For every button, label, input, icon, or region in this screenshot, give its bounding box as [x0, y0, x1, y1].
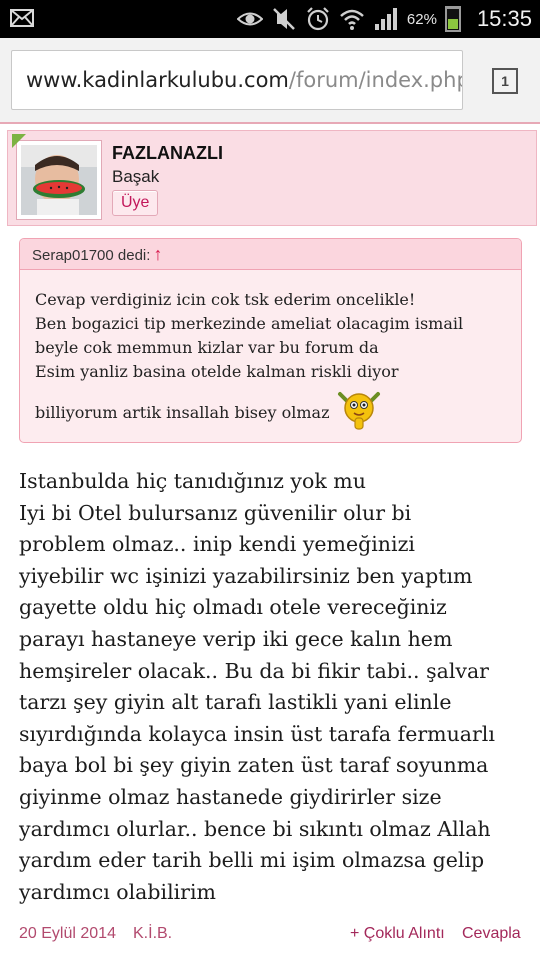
browser-toolbar: www.kadinlarkulubu.com/forum/index.php 1: [0, 38, 540, 124]
tabs-button[interactable]: 1: [492, 68, 518, 94]
message-line: Istanbulda hiç tanıdığınız yok mu: [19, 469, 366, 493]
battery-icon: [444, 6, 461, 32]
vibrate-off-icon: [271, 6, 297, 32]
message-line: yardımcı olabilirim: [19, 879, 216, 904]
quote-author: Serap01700 dedi:: [32, 247, 151, 264]
avatar-image: [21, 145, 97, 215]
username[interactable]: FAZLANAZLI: [112, 143, 223, 164]
quote-line: Esim yanliz basina otelde kalman riskli …: [35, 362, 399, 381]
post-message: Istanbulda hiç tanıdığınız yok mu Iyi bi…: [19, 466, 534, 908]
online-indicator-icon: [12, 134, 26, 148]
message-line: hemşireler olacak.. Bu da bi fikir tabi.…: [19, 658, 489, 683]
quote-line: Cevap verdiginiz icin cok tsk ederim onc…: [35, 290, 416, 309]
message-line: baya bol bi şey giyin zaten üst taraf so…: [19, 753, 489, 778]
post-footer: 20 Eylül 2014 K.İ.B. + Çoklu Alıntı Ceva…: [0, 922, 540, 948]
post-date-link[interactable]: 20 Eylül 2014: [19, 925, 116, 943]
jump-to-quote-icon[interactable]: ↑: [153, 244, 162, 264]
message-line: yiyebilir wc işinizi yazabilirsiniz ben …: [19, 563, 473, 588]
clock: 15:35: [476, 6, 532, 31]
message-line: yardım eder tarih belli mi işim olmazsa …: [19, 848, 485, 873]
quote-text: Cevap verdiginiz icin cok tsk ederim onc…: [20, 270, 521, 437]
message-line: giyinme olmaz hastanede giydirirler size: [19, 784, 442, 809]
alarm-icon: [305, 6, 331, 32]
message-line: gayette oldu hiç olmadı otele vereceğini…: [19, 595, 447, 620]
message-line: sıyırdığında kolayca insin üst tarafa fe…: [19, 721, 495, 746]
quote-line: Ben bogazici tip merkezinde ameliat olac…: [35, 314, 464, 333]
message-line: parayı hastaneye verip iki gece kalın he…: [19, 626, 453, 651]
quote-header: Serap01700 dedi: ↑: [20, 239, 521, 270]
real-name: Başak: [112, 167, 160, 186]
message-line: tarzı şey giyin alt tarafı lastikli yani…: [19, 690, 452, 715]
mail-icon: [10, 9, 34, 27]
kib-link[interactable]: K.İ.B.: [133, 925, 172, 943]
multi-quote-button[interactable]: + Çoklu Alıntı: [350, 925, 445, 943]
quote-block: Serap01700 dedi: ↑ Cevap verdiginiz icin …: [19, 238, 522, 443]
message-line: problem olmaz.. inip kendi yemeğinizi: [19, 532, 415, 557]
reply-button[interactable]: Cevapla: [462, 925, 521, 943]
toolbar-divider: [0, 122, 540, 124]
wifi-icon: [339, 6, 365, 32]
status-bar: 62% 15:35: [0, 0, 540, 38]
url-path: /forum/index.php: [288, 68, 463, 92]
eye-icon: [236, 6, 264, 32]
url-host: www.kadinlarkulubu.com: [26, 68, 289, 92]
signal-icon: [373, 6, 399, 32]
praying-smiley-icon: [334, 388, 384, 437]
url-input[interactable]: www.kadinlarkulubu.com/forum/index.php: [11, 50, 463, 110]
role-badge: Üye: [112, 190, 159, 216]
message-line: Iyi bi Otel bulursanız güvenilir olur bi: [19, 500, 412, 525]
post-author-header: FAZLANAZLI Başak Üye: [7, 130, 537, 226]
avatar[interactable]: [16, 140, 102, 220]
battery-percent: 62%: [406, 10, 437, 28]
quote-line: beyle cok memmun kizlar var bu forum da: [35, 338, 379, 357]
message-line: yardımcı olurlar.. bence bi sıkıntı olma…: [19, 816, 491, 841]
quote-line: billiyorum artik insallah bisey olmaz: [35, 402, 330, 422]
